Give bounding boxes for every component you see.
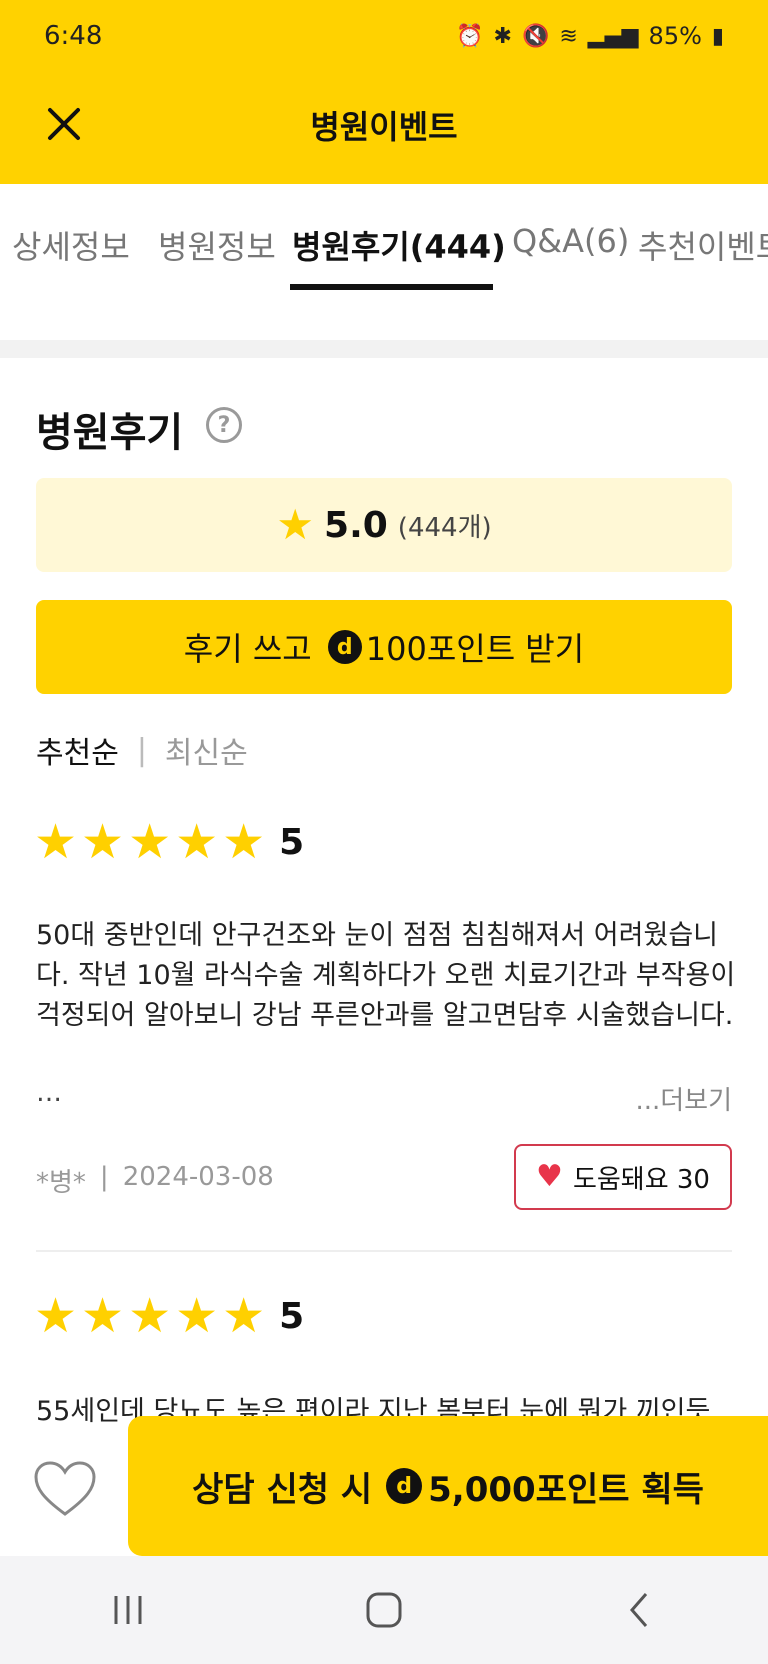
- back-icon: [630, 1593, 648, 1627]
- review-text: 50대 중반인데 안구건조와 눈이 점점 침침해져서 어려웠습니다. 작년 10…: [36, 920, 736, 1031]
- point-coin-icon: d: [327, 630, 362, 664]
- page-title: 병원이벤트: [310, 108, 458, 146]
- consult-points: 5,000포인트 획득: [428, 1469, 704, 1510]
- review-meta: *병* | 2024-03-08: [36, 1162, 274, 1199]
- app-bar: 병원이벤트: [0, 72, 768, 184]
- write-review-button[interactable]: 후기 쓰고 d 100포인트 받기: [36, 600, 732, 694]
- home-button[interactable]: [344, 1580, 424, 1640]
- write-review-prefix: 후기 쓰고: [183, 630, 312, 668]
- status-icons: ⏰ ✱ 🔇 ≋ ▂▄▆ 85% ▮: [456, 22, 724, 50]
- consult-prefix: 상담 신청 시: [192, 1469, 373, 1510]
- system-nav-bar: [0, 1556, 768, 1664]
- helpful-button[interactable]: ♥ 도움돼요 30: [514, 1144, 732, 1210]
- star-icon: ★: [276, 500, 315, 549]
- favorite-button[interactable]: [30, 1454, 100, 1524]
- sort-latest[interactable]: 최신순: [165, 728, 248, 772]
- tab-details[interactable]: 상세정보: [12, 222, 130, 268]
- read-more-link[interactable]: ...더보기: [635, 1080, 732, 1117]
- helpful-label: 도움돼요 30: [572, 1164, 710, 1195]
- mute-icon: 🔇: [521, 23, 550, 49]
- tab-recommended-events[interactable]: 추천이벤트: [638, 222, 768, 268]
- review-date: 2024-03-08: [122, 1162, 274, 1192]
- signal-icon: ▂▄▆: [587, 23, 639, 49]
- tab-hospital-info[interactable]: 병원정보: [158, 222, 276, 268]
- help-icon[interactable]: ?: [206, 407, 242, 443]
- star-icon: ★: [128, 1288, 172, 1344]
- star-icon: ★: [222, 814, 266, 870]
- star-icon: ★: [34, 814, 78, 870]
- sort-recommended[interactable]: 추천순: [36, 728, 119, 772]
- consult-request-button[interactable]: 상담 신청 시 d 5,000포인트 획득: [128, 1416, 768, 1556]
- heart-icon: ♥: [536, 1159, 563, 1194]
- rating-count: (444개): [397, 512, 492, 543]
- bluetooth-icon: ✱: [493, 23, 512, 49]
- section-divider: [0, 340, 768, 358]
- review-author: *병*: [36, 1168, 86, 1198]
- status-time: 6:48: [44, 21, 103, 51]
- active-tab-indicator: [290, 284, 493, 290]
- heart-outline-icon: [34, 1461, 96, 1516]
- star-icon: ★: [81, 1288, 125, 1344]
- battery-icon: ▮: [711, 23, 724, 49]
- review-divider: [36, 1250, 732, 1252]
- review-score: 5: [279, 1295, 305, 1337]
- review-rating: ★ ★ ★ ★ ★ 5: [34, 818, 304, 866]
- rating-value: 5.0: [324, 504, 388, 546]
- review-ellipsis: …: [36, 1078, 62, 1108]
- status-bar: 6:48 ⏰ ✱ 🔇 ≋ ▂▄▆ 85% ▮: [0, 0, 768, 72]
- tab-bar: 상세정보 병원정보 병원후기(444) Q&A(6) 추천이벤트: [0, 184, 768, 340]
- meta-separator: |: [99, 1162, 109, 1192]
- rating-summary: ★ 5.0 (444개): [36, 478, 732, 572]
- battery-percent: 85%: [648, 22, 702, 50]
- write-review-points: 100포인트 받기: [365, 630, 585, 668]
- star-icon: ★: [175, 1288, 219, 1344]
- sort-options: 추천순 | 최신순: [36, 728, 248, 772]
- star-icon: ★: [34, 1288, 78, 1344]
- star-icon: ★: [128, 814, 172, 870]
- home-icon: [366, 1592, 402, 1628]
- back-button[interactable]: [600, 1580, 680, 1640]
- recents-icon: [114, 1596, 142, 1624]
- recents-button[interactable]: [88, 1580, 168, 1640]
- reviews-section-title: 병원후기: [36, 410, 184, 456]
- star-icon: ★: [81, 814, 125, 870]
- review-score: 5: [279, 821, 305, 863]
- star-icon: ★: [175, 814, 219, 870]
- wifi-icon: ≋: [559, 23, 578, 49]
- alarm-icon: ⏰: [456, 23, 484, 49]
- tab-qna[interactable]: Q&A(6): [512, 222, 629, 260]
- review-rating: ★ ★ ★ ★ ★ 5: [34, 1292, 304, 1340]
- tab-reviews[interactable]: 병원후기(444): [292, 222, 506, 268]
- point-coin-icon: d: [386, 1468, 423, 1504]
- star-icon: ★: [222, 1288, 266, 1344]
- sort-separator: |: [136, 732, 147, 768]
